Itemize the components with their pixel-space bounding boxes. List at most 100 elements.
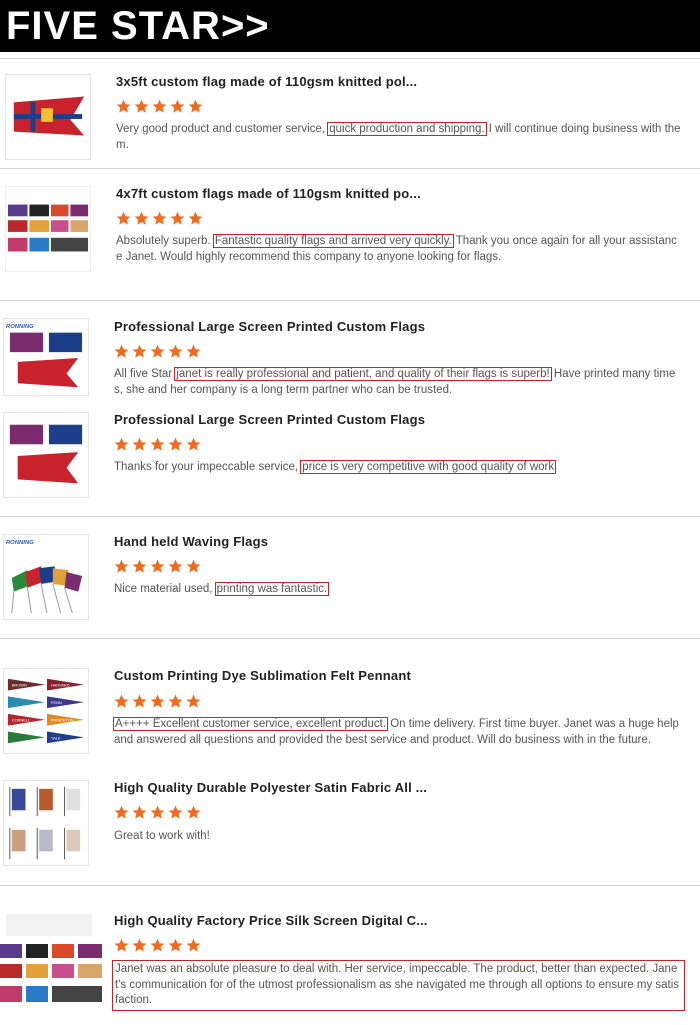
flag-collage-image	[0, 914, 102, 1002]
brand-logo: RONNING	[6, 540, 34, 546]
star-icon	[114, 559, 129, 573]
review-title[interactable]: High Quality Durable Polyester Satin Fab…	[114, 780, 427, 795]
review-text: A++++ Excellent customer service, excell…	[112, 717, 682, 748]
star-icon	[132, 559, 147, 573]
review-text-before: All five Star	[114, 368, 176, 380]
star-icon	[170, 211, 185, 225]
rating-stars	[114, 805, 201, 821]
rating-stars	[114, 437, 201, 453]
pennant-label: PENN	[51, 700, 62, 705]
review-text-before: Nice material used,	[114, 583, 216, 595]
pennant-label: HARVARD	[51, 683, 70, 688]
swallowtail-flag-image	[13, 96, 85, 136]
felt-pennants-image: BROWN HARVARD PENN CORNELL PRINCETON YAL…	[7, 678, 85, 744]
rating-stars	[114, 344, 201, 360]
rating-stars	[116, 99, 203, 115]
pennant-label: YALE	[51, 735, 61, 740]
review-text-highlight: quick production and shipping.	[327, 122, 487, 136]
star-icon	[150, 437, 165, 451]
divider	[0, 885, 700, 886]
star-icon	[132, 437, 147, 451]
review-text-before: Absolutely superb.	[116, 235, 214, 247]
hand-flags-image: RONNING	[6, 540, 83, 614]
rating-stars	[116, 211, 203, 227]
brand-logo: RONNING	[6, 324, 34, 330]
star-icon	[134, 211, 149, 225]
product-thumbnail[interactable]	[5, 186, 91, 272]
review-title[interactable]: 4x7ft custom flags made of 110gsm knitte…	[116, 186, 421, 201]
review-text: All five Star janet is really profession…	[114, 367, 682, 396]
star-icon	[114, 938, 129, 952]
star-icon	[134, 99, 149, 113]
star-icon	[116, 99, 131, 113]
star-icon	[132, 938, 147, 952]
product-thumbnail[interactable]	[3, 780, 89, 866]
review-title[interactable]: Hand held Waving Flags	[114, 534, 268, 549]
pennant-label: BROWN	[12, 683, 27, 688]
star-icon	[186, 938, 201, 952]
review-title[interactable]: Professional Large Screen Printed Custom…	[114, 319, 425, 334]
star-icon	[186, 694, 201, 708]
garden-flags-image	[9, 786, 81, 860]
review-text-before: Very good product and customer service,	[116, 123, 329, 135]
star-icon	[186, 344, 201, 358]
star-icon	[186, 805, 201, 819]
review-text: Thanks for your impeccable service, pric…	[114, 460, 682, 476]
pennant-label: PRINCETON	[51, 718, 74, 723]
review-title[interactable]: 3x5ft custom flag made of 110gsm knitted…	[116, 74, 417, 89]
product-thumbnail[interactable]	[0, 912, 104, 1010]
product-thumbnail[interactable]: RONNING	[3, 318, 89, 396]
star-icon	[132, 805, 147, 819]
review-title[interactable]: Professional Large Screen Printed Custom…	[114, 412, 425, 427]
review-text-before: Thanks for your impeccable service,	[114, 461, 302, 473]
star-icon	[150, 805, 165, 819]
page-banner-title: FIVE STAR>>	[0, 0, 700, 52]
star-icon	[170, 99, 185, 113]
product-thumbnail[interactable]	[5, 74, 91, 160]
star-icon	[168, 344, 183, 358]
review-title[interactable]: Custom Printing Dye Sublimation Felt Pen…	[114, 668, 411, 683]
star-icon	[168, 938, 183, 952]
star-icon	[150, 938, 165, 952]
star-icon	[114, 805, 129, 819]
star-icon	[132, 344, 147, 358]
rating-stars	[114, 694, 201, 710]
review-text-highlight: Janet was an absolute pleasure to deal w…	[112, 960, 685, 1011]
pennant-label: CORNELL	[12, 718, 31, 723]
star-icon	[168, 694, 183, 708]
printed-flags-image: RONNING	[6, 324, 83, 388]
star-icon	[150, 344, 165, 358]
divider	[0, 58, 700, 59]
star-icon	[152, 211, 167, 225]
divider	[0, 638, 700, 639]
review-text: Janet was an absolute pleasure to deal w…	[112, 960, 685, 1011]
star-icon	[168, 437, 183, 451]
star-icon	[132, 694, 147, 708]
product-thumbnail[interactable]: RONNING	[3, 534, 89, 620]
divider	[0, 168, 700, 169]
divider	[0, 300, 700, 301]
review-title[interactable]: High Quality Factory Price Silk Screen D…	[114, 913, 428, 928]
star-icon	[168, 559, 183, 573]
review-text-highlight: price is very competitive with good qual…	[300, 460, 557, 474]
review-text-highlight: printing was fantastic.	[214, 582, 330, 596]
review-text-before: Great to work with!	[114, 830, 210, 842]
review-text-highlight: janet is really professional and patient…	[174, 367, 552, 381]
review-text: Very good product and customer service, …	[116, 122, 682, 153]
star-icon	[188, 99, 203, 113]
star-icon	[186, 437, 201, 451]
star-icon	[116, 211, 131, 225]
review-text: Absolutely superb. Fantastic quality fla…	[116, 234, 682, 265]
review-text-highlight: A++++ Excellent customer service, excell…	[112, 717, 389, 731]
star-icon	[114, 437, 129, 451]
rating-stars	[114, 938, 201, 954]
star-icon	[186, 559, 201, 573]
star-icon	[150, 559, 165, 573]
review-text: Nice material used, printing was fantast…	[114, 582, 682, 598]
product-thumbnail[interactable]: BROWN HARVARD PENN CORNELL PRINCETON YAL…	[3, 668, 89, 754]
divider	[0, 516, 700, 517]
product-thumbnail[interactable]	[3, 412, 89, 498]
review-text: Great to work with!	[114, 829, 682, 845]
star-icon	[114, 694, 129, 708]
star-icon	[188, 211, 203, 225]
